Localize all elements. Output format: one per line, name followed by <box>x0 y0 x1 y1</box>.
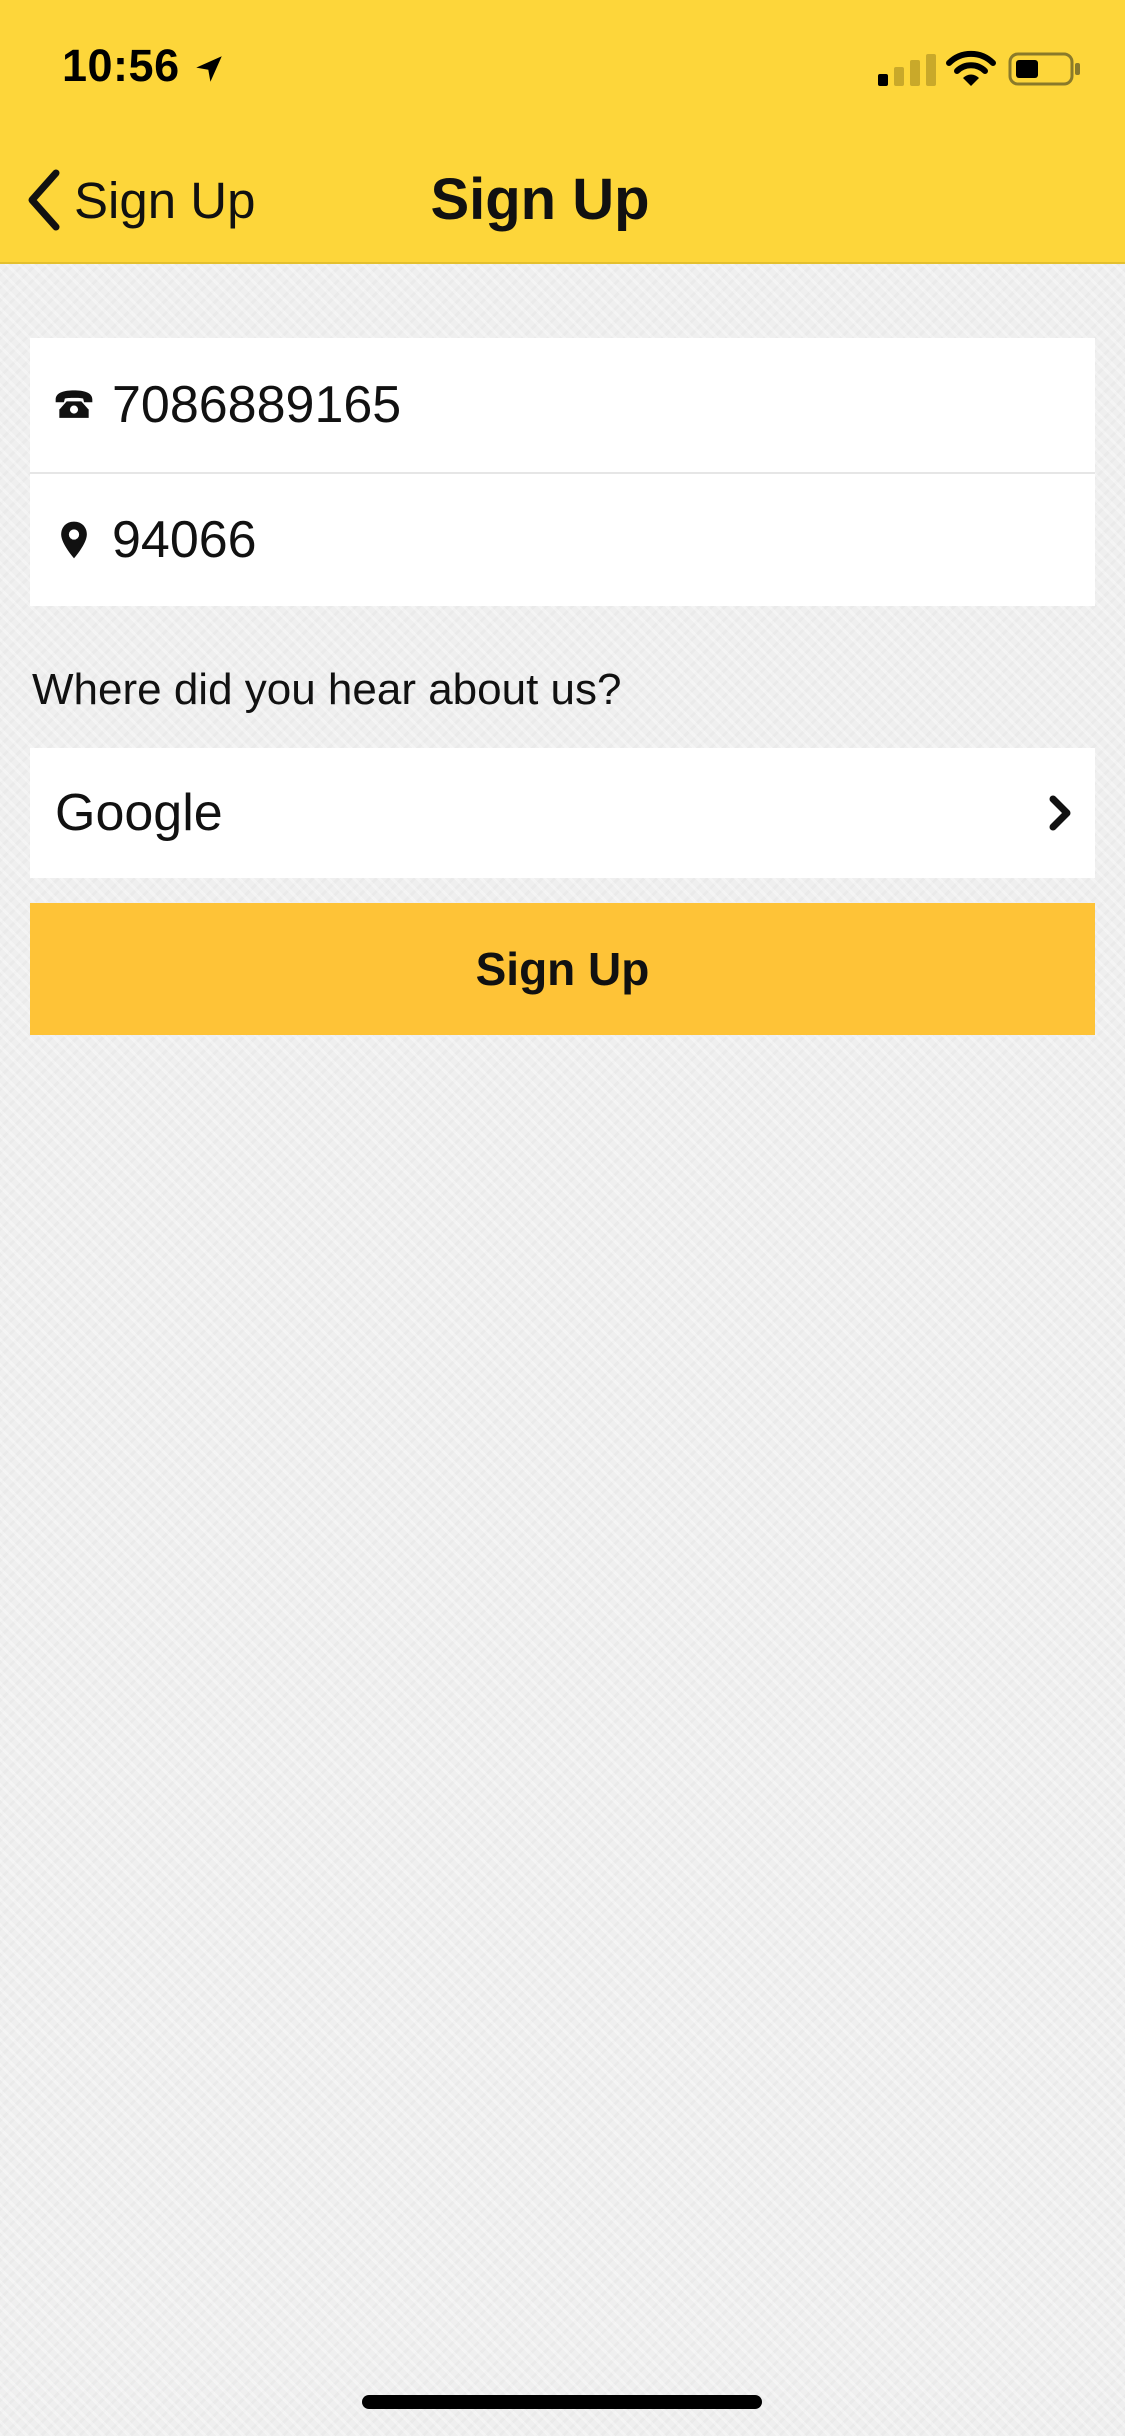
sign-up-button[interactable]: Sign Up <box>30 903 1095 1035</box>
zip-row <box>30 472 1095 606</box>
page-title: Sign Up <box>430 167 650 232</box>
referral-question-label: Where did you hear about us? <box>32 665 622 714</box>
wifi-icon <box>946 50 996 86</box>
contact-fields-group <box>30 338 1095 606</box>
zip-code-field[interactable] <box>112 510 1012 570</box>
phone-row <box>30 338 1095 472</box>
status-time: 10:56 <box>62 40 180 91</box>
home-indicator[interactable] <box>362 2395 762 2409</box>
referral-source-select[interactable]: Google <box>30 748 1095 878</box>
cellular-signal-icon <box>878 54 936 86</box>
location-arrow-icon <box>196 56 222 82</box>
top-bar: 10:56 Sign Up Sign Up <box>0 0 1125 264</box>
chevron-right-icon <box>1049 795 1071 831</box>
referral-source-value: Google <box>55 784 223 842</box>
phone-field[interactable] <box>112 375 1012 435</box>
phone-icon <box>55 390 93 418</box>
location-pin-icon <box>61 521 87 559</box>
battery-icon <box>1008 52 1080 86</box>
